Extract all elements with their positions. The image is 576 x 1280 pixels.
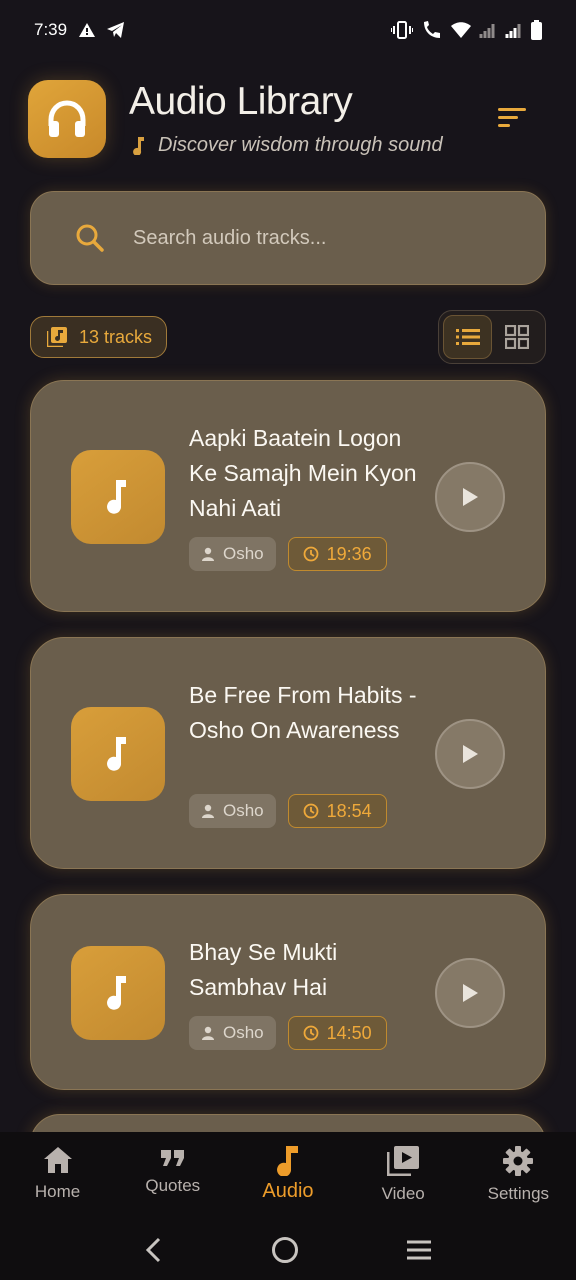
play-button[interactable]: [435, 462, 505, 532]
system-navigation-bar: [0, 1220, 576, 1280]
signal-icon-2: [505, 24, 521, 38]
gear-icon: [503, 1146, 534, 1176]
nav-label-quotes: Quotes: [145, 1176, 201, 1195]
artist-name: Osho: [223, 801, 264, 820]
battery-icon: [531, 20, 542, 40]
nav-item-home[interactable]: Home: [0, 1132, 115, 1220]
music-note-icon: [107, 976, 126, 1010]
nav-label-settings: Settings: [487, 1184, 550, 1203]
alert-icon: [79, 23, 96, 37]
track-duration: 19:36: [326, 543, 372, 564]
search-icon: [76, 224, 104, 252]
library-music-icon: [47, 327, 67, 347]
recents-icon[interactable]: [405, 1238, 433, 1262]
play-icon: [463, 984, 478, 1002]
track-duration: 18:54: [326, 800, 372, 821]
grid-view-button[interactable]: [492, 315, 541, 359]
nav-label-audio: Audio: [262, 1180, 314, 1202]
search-box[interactable]: [30, 191, 546, 285]
music-note-icon: [107, 480, 126, 514]
track-thumbnail: [71, 946, 165, 1040]
duration-chip: 14:50: [287, 1016, 387, 1050]
duration-chip: 18:54: [287, 794, 387, 828]
clock-icon: [303, 546, 319, 562]
person-icon: [202, 1026, 214, 1040]
back-icon[interactable]: [143, 1237, 165, 1263]
bottom-nav: Home Quotes Audio Video Settings: [0, 1132, 576, 1220]
play-button[interactable]: [435, 958, 505, 1028]
artist-name: Osho: [223, 544, 264, 563]
view-toggle: [438, 310, 546, 364]
video-library-icon: [387, 1146, 420, 1176]
track-thumbnail: [71, 707, 165, 801]
music-note-icon: [133, 136, 144, 155]
call-icon: [424, 21, 440, 38]
track-thumbnail: [71, 450, 165, 544]
headphones-icon: [48, 100, 86, 137]
nav-item-quotes[interactable]: Quotes: [115, 1132, 230, 1220]
person-icon: [202, 804, 214, 818]
nav-item-audio[interactable]: Audio: [230, 1132, 345, 1220]
grid-icon: [504, 325, 529, 349]
track-title: Be Free From Habits - Osho On Awareness: [189, 682, 417, 743]
telegram-icon: [107, 22, 125, 38]
nav-label-video: Video: [381, 1184, 425, 1203]
home-icon: [43, 1147, 72, 1173]
nav-label-home: Home: [34, 1182, 81, 1201]
clock-icon: [303, 1025, 319, 1041]
app-logo: [28, 80, 106, 158]
vibrate-icon: [391, 21, 413, 39]
nav-item-video[interactable]: Video: [346, 1132, 461, 1220]
track-title: Bhay Se Mukti Sambhav Hai: [189, 939, 338, 1000]
signal-icon: [479, 24, 495, 38]
status-bar: 7:39: [0, 0, 576, 60]
duration-chip: 19:36: [287, 537, 387, 571]
sort-menu-button[interactable]: [496, 104, 528, 132]
track-card[interactable]: Aapki Baatein Logon Ke Samajh Mein Kyon …: [30, 380, 546, 612]
play-button[interactable]: [435, 719, 505, 789]
home-circle-icon[interactable]: [271, 1236, 299, 1264]
music-note-icon: [107, 737, 126, 771]
person-icon: [202, 547, 214, 561]
artist-chip: Osho: [189, 537, 276, 571]
clock-icon: [303, 803, 319, 819]
artist-chip: Osho: [189, 794, 276, 828]
track-card[interactable]: Be Free From Habits - Osho On Awareness …: [30, 637, 546, 869]
play-icon: [463, 745, 478, 763]
search-input[interactable]: [133, 226, 513, 250]
artist-name: Osho: [223, 1023, 264, 1042]
header: Audio Library Discover wisdom through so…: [28, 78, 548, 160]
quote-icon: [160, 1150, 184, 1166]
status-time: 7:39: [34, 20, 68, 39]
list-view-button[interactable]: [443, 315, 493, 359]
tracks-count: 13 tracks: [79, 326, 153, 347]
tracks-count-badge: 13 tracks: [30, 316, 168, 358]
wifi-icon: [451, 22, 471, 38]
track-title: Aapki Baatein Logon Ke Samajh Mein Kyon …: [189, 425, 417, 521]
nav-item-settings[interactable]: Settings: [461, 1132, 576, 1220]
play-icon: [463, 488, 478, 506]
track-card[interactable]: Bhay Se Mukti Sambhav Hai Osho 14:50: [30, 894, 546, 1090]
artist-chip: Osho: [189, 1016, 276, 1050]
track-duration: 14:50: [326, 1022, 372, 1043]
sort-icon: [498, 108, 526, 127]
music-note-icon: [277, 1146, 298, 1176]
page-title: Audio Library: [129, 80, 353, 123]
list-icon: [455, 329, 480, 345]
page-subtitle: Discover wisdom through sound: [158, 134, 443, 156]
